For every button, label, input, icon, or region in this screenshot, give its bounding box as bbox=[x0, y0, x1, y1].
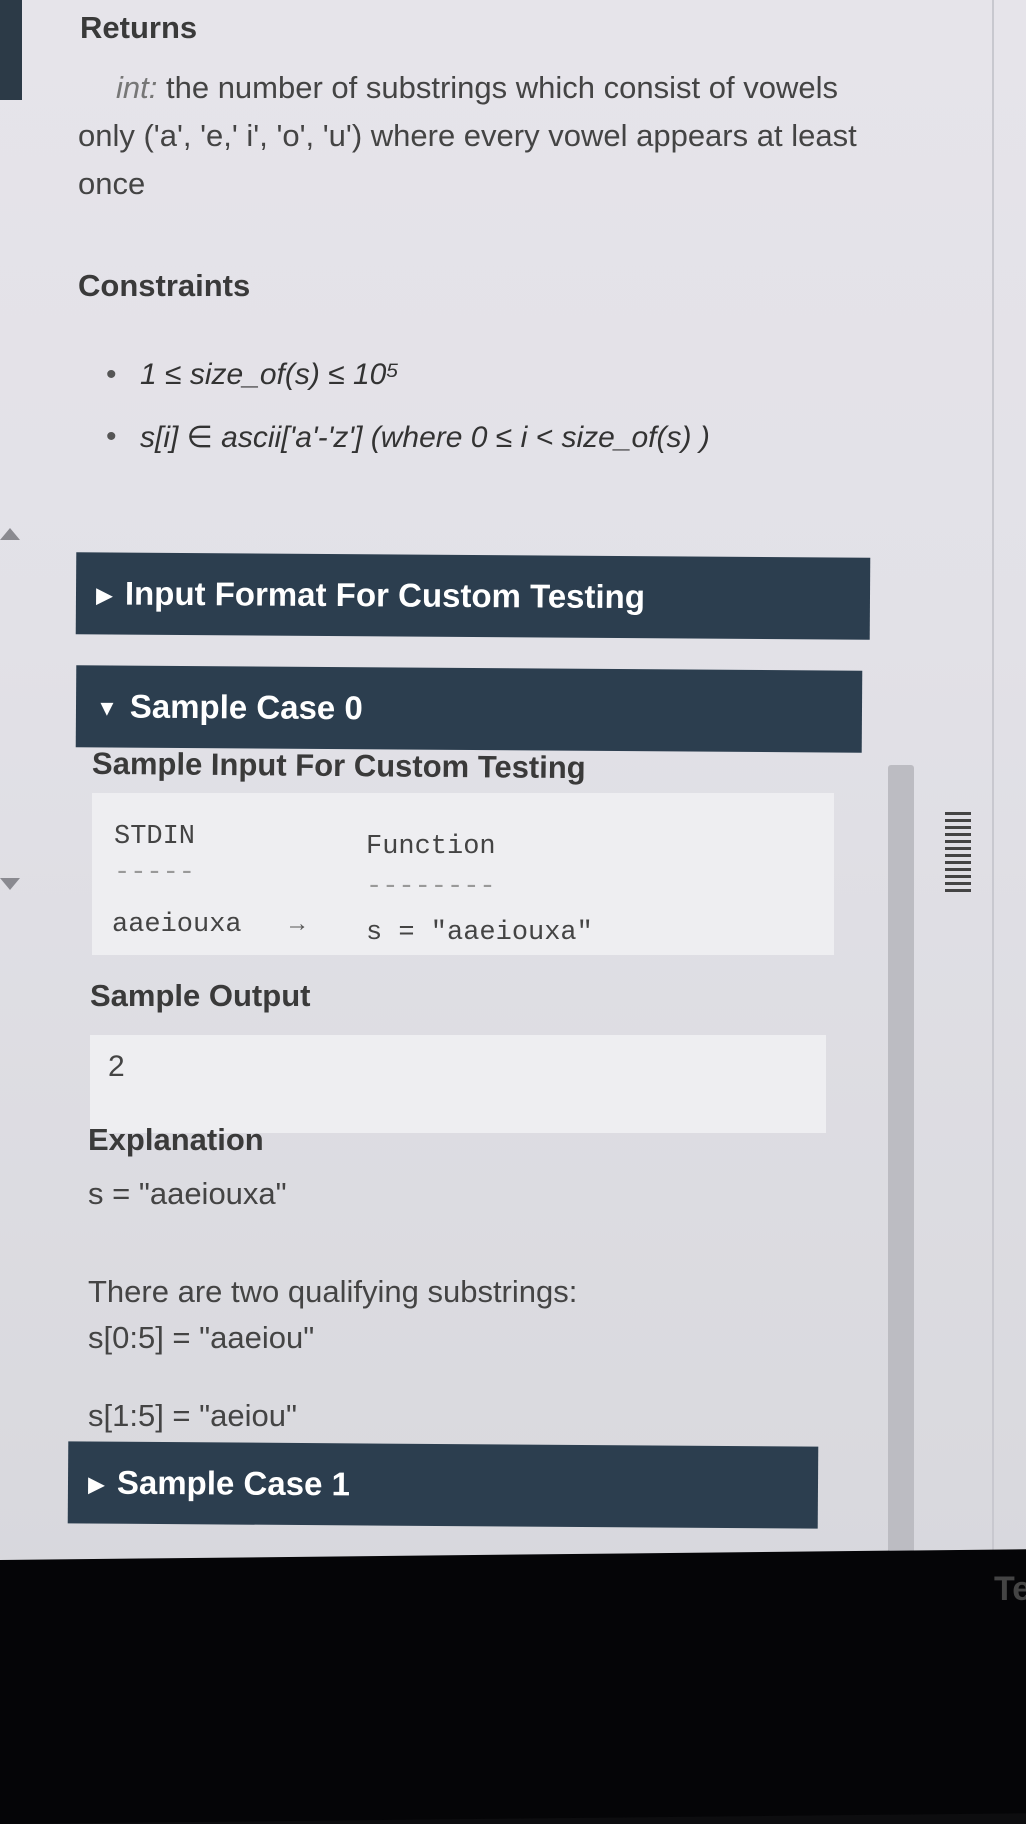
return-type: int: bbox=[116, 70, 158, 105]
explanation-line: s[1:5] = "aeiou" bbox=[88, 1398, 298, 1433]
return-text: the number of substrings which consist o… bbox=[78, 70, 857, 201]
left-panel-edge bbox=[0, 0, 22, 100]
function-value: s = "aaeiouxa" bbox=[366, 918, 593, 948]
returns-heading: Returns bbox=[80, 10, 198, 45]
function-rule: -------- bbox=[366, 872, 496, 902]
constraints-heading: Constraints bbox=[78, 268, 251, 303]
resize-grip-icon[interactable] bbox=[945, 812, 971, 892]
sample-case-0-toggle[interactable]: ▼ Sample Case 0 bbox=[75, 665, 863, 753]
collapse-down-arrow-icon[interactable] bbox=[0, 878, 20, 890]
expand-triangle-icon: ▶ bbox=[95, 582, 114, 608]
scrollbar[interactable] bbox=[888, 765, 914, 1577]
collapse-up-arrow-icon[interactable] bbox=[0, 528, 20, 540]
panel-divider[interactable] bbox=[992, 0, 994, 1585]
explanation-heading: Explanation bbox=[88, 1122, 264, 1157]
sample-case-1-label: Sample Case 1 bbox=[116, 1463, 351, 1503]
arrow-icon: → bbox=[290, 912, 305, 939]
stdin-value: aaeiouxa bbox=[112, 910, 242, 940]
stdin-rule: ----- bbox=[114, 858, 196, 888]
sample-output-heading: Sample Output bbox=[90, 978, 311, 1013]
right-edge-text: Te bbox=[994, 1570, 1026, 1608]
explanation-line: s = "aaeiouxa" bbox=[88, 1176, 287, 1211]
stdin-header: STDIN bbox=[114, 822, 196, 852]
explanation-line: There are two qualifying substrings: bbox=[88, 1274, 578, 1309]
explanation-line: s[0:5] = "aaeiou" bbox=[88, 1320, 315, 1355]
input-format-toggle[interactable]: ▶ Input Format For Custom Testing bbox=[75, 552, 871, 640]
function-header: Function bbox=[366, 832, 496, 862]
expand-triangle-icon: ▶ bbox=[87, 1471, 106, 1497]
input-format-label: Input Format For Custom Testing bbox=[124, 574, 646, 616]
sample-output-value: 2 bbox=[108, 1050, 125, 1083]
returns-description: int: the number of substrings which cons… bbox=[78, 64, 858, 208]
sample-output-box bbox=[90, 1035, 826, 1133]
sample-case-0-label: Sample Case 0 bbox=[129, 687, 363, 727]
sample-input-heading: Sample Input For Custom Testing bbox=[91, 745, 586, 786]
collapse-triangle-icon: ▼ bbox=[95, 695, 118, 721]
monitor-bezel bbox=[0, 1549, 1026, 1824]
constraint-item: 1 ≤ size_of(s) ≤ 10⁵ bbox=[106, 358, 399, 392]
sample-case-1-toggle[interactable]: ▶ Sample Case 1 bbox=[67, 1441, 819, 1529]
screen: Returns int: the number of substrings wh… bbox=[0, 0, 1026, 1600]
constraint-item: s[i] ∈ ascii['a'-'z'] (where 0 ≤ i < siz… bbox=[106, 420, 710, 455]
